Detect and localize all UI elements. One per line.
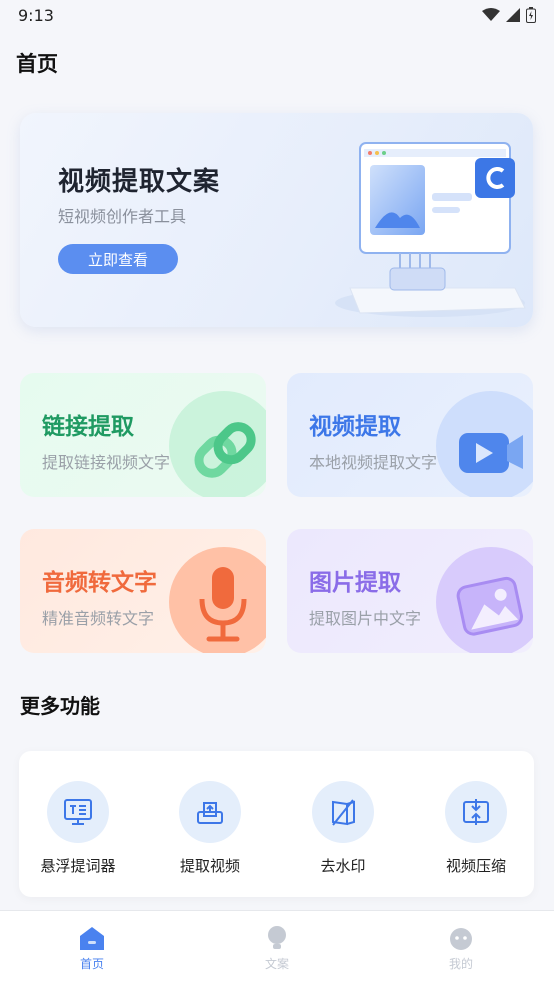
tool-label: 提取视频 <box>179 857 240 875</box>
nav-home[interactable]: 首页 <box>52 925 132 979</box>
card-subtitle: 本地视频提取文字 <box>309 453 438 472</box>
banner[interactable]: 视频提取文案 短视频创作者工具 立即查看 <box>20 113 533 327</box>
image-extract-card[interactable]: 图片提取 提取图片中文字 <box>287 529 533 653</box>
banner-title: 视频提取文案 <box>58 167 221 197</box>
nav-label: 文案 <box>264 957 289 971</box>
upload-video-icon <box>197 802 223 824</box>
tool-compress-video[interactable]: 视频压缩 <box>421 781 531 881</box>
card-subtitle: 提取链接视频文字 <box>42 453 171 472</box>
video-extract-card[interactable]: 视频提取 本地视频提取文字 <box>287 373 533 497</box>
tool-extract-video[interactable]: 提取视频 <box>155 781 265 881</box>
nav-label: 我的 <box>448 957 473 971</box>
nav-copywriting[interactable]: 文案 <box>237 925 317 979</box>
tool-label: 悬浮提词器 <box>40 857 116 875</box>
card-subtitle: 提取图片中文字 <box>309 609 422 628</box>
audio-to-text-card[interactable]: 音频转文字 精准音频转文字 <box>20 529 266 653</box>
bottom-nav: 首页 文案 我的 <box>0 910 554 984</box>
tool-label: 视频压缩 <box>445 857 506 875</box>
more-features-panel: 悬浮提词器 提取视频 去水印 视频压缩 <box>19 751 534 897</box>
home-icon <box>80 927 104 950</box>
card-title: 视频提取 <box>309 414 401 440</box>
banner-subtitle: 短视频创作者工具 <box>58 207 187 226</box>
nav-label: 首页 <box>79 957 104 971</box>
card-subtitle: 精准音频转文字 <box>42 609 155 628</box>
teleprompter-icon <box>64 799 92 825</box>
page-title: 首页 <box>16 52 58 76</box>
tool-remove-watermark[interactable]: 去水印 <box>288 781 398 881</box>
link-extract-card[interactable]: 链接提取 提取链接视频文字 <box>20 373 266 497</box>
status-icons <box>482 7 536 23</box>
profile-icon <box>450 928 472 950</box>
nav-mine[interactable]: 我的 <box>421 925 501 979</box>
battery-icon <box>526 7 536 23</box>
view-now-button[interactable]: 立即查看 <box>58 244 178 274</box>
section-title-more: 更多功能 <box>20 694 100 718</box>
remove-watermark-icon <box>332 799 355 826</box>
bulb-icon <box>268 926 286 949</box>
image-icon <box>436 547 533 653</box>
status-bar: 9:13 <box>0 0 554 30</box>
microphone-icon <box>169 547 266 653</box>
computer-illustration <box>335 142 526 317</box>
tool-teleprompter[interactable]: 悬浮提词器 <box>23 781 133 881</box>
link-icon <box>169 391 266 497</box>
wifi-icon <box>482 8 500 21</box>
compress-icon <box>463 799 489 825</box>
status-time: 9:13 <box>18 5 54 25</box>
tool-label: 去水印 <box>320 857 366 875</box>
card-title: 音频转文字 <box>42 570 157 596</box>
signal-icon <box>506 8 520 22</box>
video-icon <box>436 391 533 497</box>
card-title: 图片提取 <box>309 570 401 596</box>
card-title: 链接提取 <box>42 414 134 440</box>
